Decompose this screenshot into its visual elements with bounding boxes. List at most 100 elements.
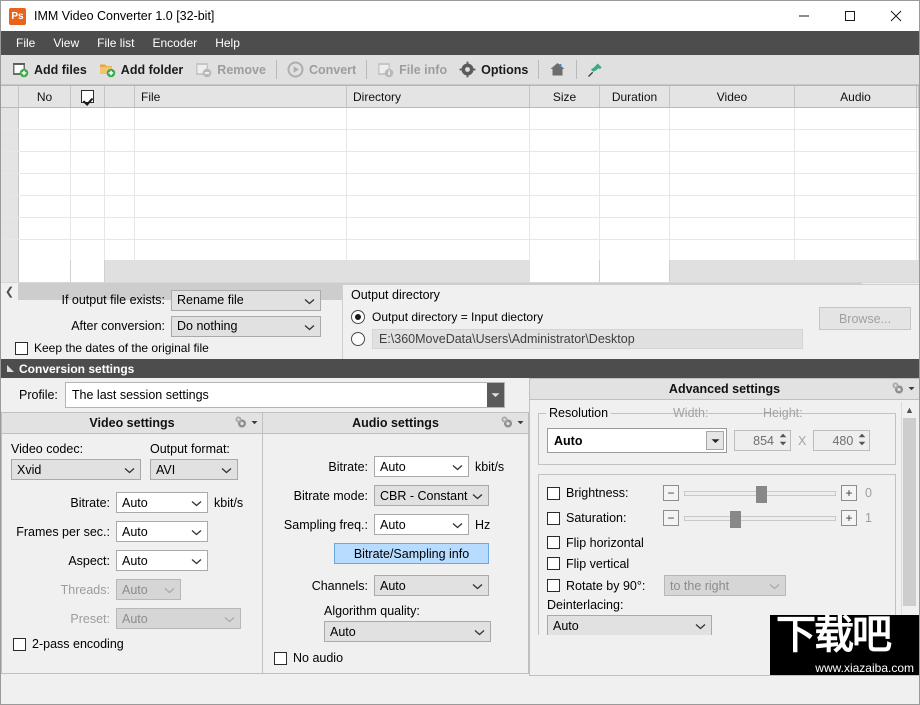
menu-item-file[interactable]: File xyxy=(7,32,44,54)
column-spacer[interactable] xyxy=(105,86,135,107)
advanced-scroll-thumb[interactable] xyxy=(903,418,916,606)
brightness-slider-thumb[interactable] xyxy=(756,485,767,503)
profile-dropdown-button[interactable] xyxy=(486,383,504,407)
table-row[interactable] xyxy=(1,152,919,174)
options-button[interactable]: Options xyxy=(453,57,534,82)
pin-button[interactable] xyxy=(581,57,610,82)
minimize-icon[interactable] xyxy=(781,1,827,31)
brightness-slider[interactable] xyxy=(684,485,836,503)
home-button[interactable] xyxy=(543,57,572,82)
video-settings-gear-button[interactable] xyxy=(234,415,258,430)
flip-horizontal-row[interactable]: Flip horizontal xyxy=(547,532,887,553)
table-row[interactable] xyxy=(1,174,919,196)
remove-button[interactable]: Remove xyxy=(189,57,272,82)
chevron-down-icon[interactable] xyxy=(706,431,724,450)
column-checkbox[interactable] xyxy=(71,86,105,107)
rotate-checkbox[interactable] xyxy=(547,579,560,592)
table-row[interactable] xyxy=(1,108,919,130)
file-info-button[interactable]: File info xyxy=(371,57,453,82)
browse-button[interactable]: Browse... xyxy=(819,307,911,330)
two-pass-checkbox[interactable] xyxy=(13,637,26,651)
column-audio[interactable]: Audio xyxy=(795,86,917,107)
file-list-rows[interactable] xyxy=(1,108,919,260)
width-spinner[interactable]: 854 xyxy=(734,430,791,451)
keep-dates-checkbox[interactable] xyxy=(15,341,28,355)
spinner-arrows[interactable] xyxy=(779,433,787,446)
plus-icon[interactable]: + xyxy=(841,510,857,526)
flip-vertical-checkbox[interactable] xyxy=(547,557,560,570)
pin-icon xyxy=(587,61,604,78)
column-file[interactable]: File xyxy=(135,86,347,107)
profile-select[interactable]: The last session settings xyxy=(64,382,505,408)
brightness-checkbox[interactable] xyxy=(547,486,560,500)
plus-icon[interactable]: + xyxy=(841,485,857,501)
bitrate-sampling-info-button[interactable]: Bitrate/Sampling info xyxy=(334,543,489,564)
deinterlacing-select[interactable]: Auto xyxy=(547,615,712,635)
no-audio-row[interactable]: No audio xyxy=(272,651,519,665)
video-aspect-select[interactable]: Auto xyxy=(116,550,208,571)
minus-icon[interactable]: − xyxy=(663,485,679,501)
spinner-arrows[interactable] xyxy=(858,433,866,446)
resolution-select[interactable]: Auto xyxy=(547,428,727,453)
rotate-row[interactable]: Rotate by 90°: to the right xyxy=(547,574,887,597)
saturation-slider-thumb[interactable] xyxy=(730,510,741,528)
saturation-slider[interactable] xyxy=(684,510,836,528)
audio-channels-select[interactable]: Auto xyxy=(374,575,489,596)
saturation-checkbox[interactable] xyxy=(547,511,560,525)
no-audio-checkbox[interactable] xyxy=(274,651,287,665)
column-no[interactable]: No xyxy=(19,86,71,107)
advanced-settings-gear-button[interactable] xyxy=(891,381,915,396)
after-conversion-select[interactable]: Do nothing xyxy=(171,315,321,337)
if-output-exists-select[interactable]: Rename file xyxy=(171,289,321,311)
menu-item-encoder[interactable]: Encoder xyxy=(143,32,206,54)
video-aspect-label: Aspect: xyxy=(68,553,110,568)
rotate-direction-select[interactable]: to the right xyxy=(664,575,786,596)
add-folder-button[interactable]: Add folder xyxy=(93,57,190,82)
output-custom-dir-radio[interactable] xyxy=(351,332,365,346)
audio-bitrate-select[interactable]: Auto xyxy=(374,456,469,477)
flip-vertical-row[interactable]: Flip vertical xyxy=(547,553,887,574)
video-codec-select[interactable]: Xvid xyxy=(11,459,141,480)
convert-button[interactable]: Convert xyxy=(281,57,362,82)
video-fps-select[interactable]: Auto xyxy=(116,521,208,542)
two-pass-row[interactable]: 2-pass encoding xyxy=(11,637,253,651)
video-threads-select[interactable]: Auto xyxy=(116,579,181,600)
algorithm-quality-select[interactable]: Auto xyxy=(324,621,491,642)
output-format-select[interactable]: AVI xyxy=(150,459,238,480)
maximize-icon[interactable] xyxy=(827,1,873,31)
video-preset-select[interactable]: Auto xyxy=(116,608,241,629)
height-value: 480 xyxy=(832,433,854,448)
select-all-checkbox[interactable] xyxy=(81,90,94,103)
table-row[interactable] xyxy=(1,218,919,240)
menu-item-file-list[interactable]: File list xyxy=(88,32,143,54)
audio-settings-gear-button[interactable] xyxy=(500,415,524,430)
column-directory[interactable]: Directory xyxy=(347,86,530,107)
conversion-settings-header[interactable]: Conversion settings xyxy=(1,359,919,378)
menu-item-help[interactable]: Help xyxy=(206,32,249,54)
output-custom-dir-row[interactable]: E:\360MoveData\Users\Administrator\Deskt… xyxy=(351,328,911,350)
after-conversion-label: After conversion: xyxy=(71,319,165,333)
column-size[interactable]: Size xyxy=(530,86,600,107)
audio-bitrate-mode-select[interactable]: CBR - Constant xyxy=(374,485,489,506)
video-bitrate-label: Bitrate: xyxy=(70,495,110,510)
column-duration[interactable]: Duration xyxy=(600,86,670,107)
add-files-button[interactable]: Add files xyxy=(6,57,93,82)
close-icon[interactable] xyxy=(873,1,919,31)
flip-horizontal-checkbox[interactable] xyxy=(547,536,560,549)
keep-dates-row[interactable]: Keep the dates of the original file xyxy=(1,341,342,355)
chevron-up-icon[interactable]: ▲ xyxy=(902,402,917,417)
video-fps-label: Frames per sec.: xyxy=(16,524,110,539)
height-spinner[interactable]: 480 xyxy=(813,430,871,451)
audio-sampling-select[interactable]: Auto xyxy=(374,514,469,535)
video-bitrate-select[interactable]: Auto xyxy=(116,492,208,513)
table-row[interactable] xyxy=(1,196,919,218)
output-same-dir-radio[interactable] xyxy=(351,310,365,324)
output-path-field[interactable]: E:\360MoveData\Users\Administrator\Deskt… xyxy=(372,329,803,349)
video-audio-columns: Video settings Video codec: Output forma… xyxy=(1,412,529,674)
advanced-settings-scrollbar[interactable]: ▲ xyxy=(901,402,917,633)
minus-icon[interactable]: − xyxy=(663,510,679,526)
table-row[interactable] xyxy=(1,130,919,152)
column-video[interactable]: Video xyxy=(670,86,795,107)
menu-item-view[interactable]: View xyxy=(44,32,88,54)
table-row[interactable] xyxy=(1,240,919,260)
